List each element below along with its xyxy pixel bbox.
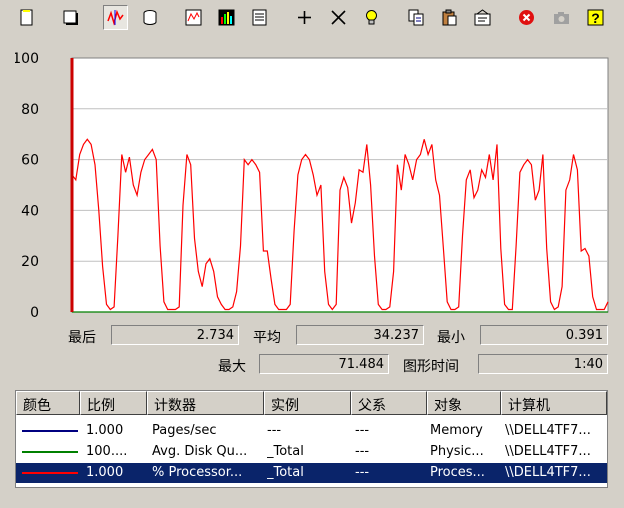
properties-icon (474, 9, 491, 26)
minimum-value: 0.391 (480, 325, 608, 345)
last-value: 2.734 (111, 325, 239, 345)
update-data-button[interactable] (549, 5, 574, 30)
legend-row[interactable]: 1.000 Pages/sec --- --- Memory \\DELL4TF… (16, 421, 607, 441)
view-graph-button[interactable] (181, 5, 206, 30)
highlight-button[interactable] (359, 5, 384, 30)
object-cell: Memory (430, 423, 483, 438)
computer-cell: \\DELL4TF7... (505, 423, 591, 438)
computer-cell: \\DELL4TF7... (505, 444, 591, 459)
average-label: 平均 (253, 330, 281, 346)
column-header-counter[interactable]: 计数器 (147, 391, 264, 415)
y-tick-label: 40 (21, 203, 39, 219)
maximum-value: 71.484 (259, 354, 389, 374)
view-report-button[interactable] (247, 5, 272, 30)
graph-time-label: 图形时间 (403, 359, 459, 375)
help-icon: ? (587, 9, 604, 26)
performance-chart: 100 80 60 40 20 0 (15, 51, 609, 321)
graph-time-value: 1:40 (478, 354, 608, 374)
counter-legend: 颜色 比例 计数器 实例 父系 对象 计算机 1.000 Pages/sec -… (15, 390, 608, 488)
toolbar: ? (0, 0, 624, 36)
column-header-parent[interactable]: 父系 (351, 391, 427, 415)
new-counter-set-button[interactable] (14, 5, 39, 30)
y-axis-ticks: 100 80 60 40 20 0 (15, 51, 39, 321)
column-header-instance[interactable]: 实例 (264, 391, 351, 415)
parent-cell: --- (355, 465, 370, 480)
freeze-display-button[interactable] (514, 5, 539, 30)
properties-button[interactable] (470, 5, 495, 30)
instance-cell: _Total (267, 444, 304, 459)
parent-cell: --- (355, 444, 370, 459)
minimum-label: 最小 (437, 330, 465, 346)
view-current-activity-icon (107, 9, 124, 26)
last-label: 最后 (68, 330, 96, 346)
view-log-data-icon (143, 10, 157, 25)
scale-cell: 1.000 (86, 423, 124, 438)
computer-cell: \\DELL4TF7... (505, 465, 591, 480)
freeze-display-icon (519, 10, 534, 25)
add-icon (298, 11, 311, 24)
view-histogram-button[interactable] (214, 5, 239, 30)
y-tick-label: 100 (15, 51, 39, 67)
view-log-data-button[interactable] (138, 5, 163, 30)
delete-icon (331, 10, 346, 25)
instance-cell: _Total (267, 465, 304, 480)
column-header-scale[interactable]: 比例 (80, 391, 147, 415)
view-report-icon (252, 9, 267, 26)
y-tick-label: 0 (30, 305, 39, 321)
counter-cell: % Processor... (152, 465, 243, 480)
average-value: 34.237 (296, 325, 424, 345)
clear-display-button[interactable] (58, 5, 83, 30)
column-header-color[interactable]: 颜色 (16, 391, 80, 415)
svg-text:?: ? (591, 10, 600, 26)
legend-row[interactable]: 100.... Avg. Disk Qu... _Total --- Physi… (16, 442, 607, 462)
color-swatch (22, 472, 78, 474)
highlight-icon (366, 10, 377, 25)
y-tick-label: 80 (21, 102, 39, 118)
clear-display-icon (63, 10, 78, 25)
color-swatch (22, 430, 78, 432)
scale-cell: 1.000 (86, 465, 124, 480)
help-button[interactable]: ? (583, 5, 608, 30)
copy-properties-icon (408, 9, 424, 26)
scale-cell: 100.... (86, 444, 128, 459)
legend-row-selected[interactable]: 1.000 % Processor... _Total --- Proces..… (16, 463, 607, 483)
color-swatch (22, 451, 78, 453)
view-histogram-icon (218, 9, 235, 26)
y-tick-label: 20 (21, 254, 39, 270)
new-counter-set-icon (20, 9, 33, 26)
object-cell: Physic... (430, 444, 484, 459)
parent-cell: --- (355, 423, 370, 438)
column-header-computer[interactable]: 计算机 (501, 391, 607, 415)
maximum-label: 最大 (218, 359, 246, 375)
instance-cell: --- (267, 423, 282, 438)
delete-button[interactable] (326, 5, 351, 30)
counter-cell: Avg. Disk Qu... (152, 444, 248, 459)
paste-counter-list-icon (442, 9, 457, 26)
add-button[interactable] (292, 5, 317, 30)
column-header-object[interactable]: 对象 (427, 391, 501, 415)
graph-panel: 100 80 60 40 20 0 最后 2.734 平均 34.237 最小 0.391… (15, 40, 610, 380)
paste-counter-list-button[interactable] (437, 5, 462, 30)
plot-area (71, 57, 609, 313)
copy-properties-button[interactable] (404, 5, 429, 30)
counter-cell: Pages/sec (152, 423, 217, 438)
legend-header: 颜色 比例 计数器 实例 父系 对象 计算机 (16, 391, 607, 415)
chart-grid (71, 57, 609, 313)
object-cell: Proces... (430, 465, 485, 480)
view-graph-icon (185, 9, 202, 26)
y-tick-label: 60 (21, 153, 39, 169)
update-data-icon (554, 12, 569, 24)
view-current-activity-button[interactable] (103, 5, 128, 30)
